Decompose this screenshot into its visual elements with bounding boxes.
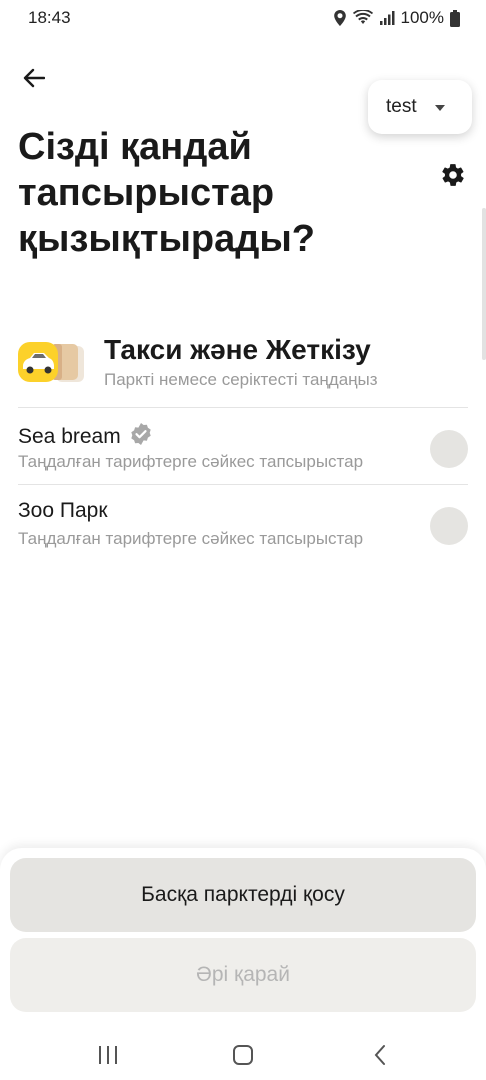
park-radio[interactable]	[430, 507, 468, 545]
divider	[18, 484, 468, 485]
signal-icon	[379, 10, 395, 26]
status-icons: 100%	[333, 8, 460, 28]
park-name: Sea bream	[18, 424, 121, 448]
park-radio[interactable]	[430, 430, 468, 468]
battery-percent: 100%	[400, 8, 444, 27]
bottom-action-sheet: Басқа парктерді қосу Әрі қарай	[0, 848, 486, 1080]
page-title: Сізді қандай тапсырыстар қызықтырады?	[18, 126, 316, 260]
park-name: Зоо Парк	[18, 499, 108, 522]
wifi-icon	[352, 10, 373, 26]
verified-badge-icon	[129, 422, 153, 451]
park-name-line: Sea bream	[18, 422, 153, 451]
battery-icon	[450, 9, 460, 27]
status-time: 18:43	[28, 8, 71, 27]
scrollbar[interactable]	[482, 208, 486, 360]
add-parks-button[interactable]: Басқа парктерді қосу	[10, 858, 476, 932]
settings-button[interactable]	[438, 162, 468, 192]
next-button[interactable]: Әрі қарай	[10, 938, 476, 1012]
category-header: Такси және Жеткізу Паркті немесе серікте…	[18, 334, 468, 394]
back-arrow-icon	[23, 68, 46, 93]
gear-icon	[440, 162, 466, 193]
taxi-delivery-icon	[18, 340, 86, 384]
back-button[interactable]	[14, 60, 54, 100]
park-selector[interactable]: test	[368, 80, 472, 134]
status-bar: 18:43 100%	[0, 0, 486, 36]
park-name-line: Зоо Парк	[18, 499, 108, 523]
home-icon[interactable]	[223, 1040, 263, 1070]
park-selector-label: test	[386, 96, 417, 117]
recent-apps-icon[interactable]	[88, 1040, 128, 1070]
divider	[18, 407, 468, 408]
park-description: Таңдалған тарифтерге сәйкес тапсырыстар	[18, 452, 364, 471]
navigation-bar	[0, 1030, 486, 1080]
category-title: Такси және Жеткізу	[104, 334, 371, 365]
dropdown-caret-icon	[434, 98, 445, 116]
park-option-zoo-park[interactable]: Зоо Парк Таңдалған тарифтерге сәйкес тап…	[18, 499, 468, 569]
back-icon[interactable]	[360, 1040, 400, 1070]
location-icon	[333, 10, 347, 26]
category-subtitle: Паркті немесе серіктесті таңдаңыз	[104, 370, 378, 389]
park-description: Таңдалған тарифтерге сәйкес тапсырыстар	[18, 529, 364, 548]
park-option-sea-bream[interactable]: Sea bream Таңдалған тарифтерге сәйкес та…	[18, 422, 468, 492]
